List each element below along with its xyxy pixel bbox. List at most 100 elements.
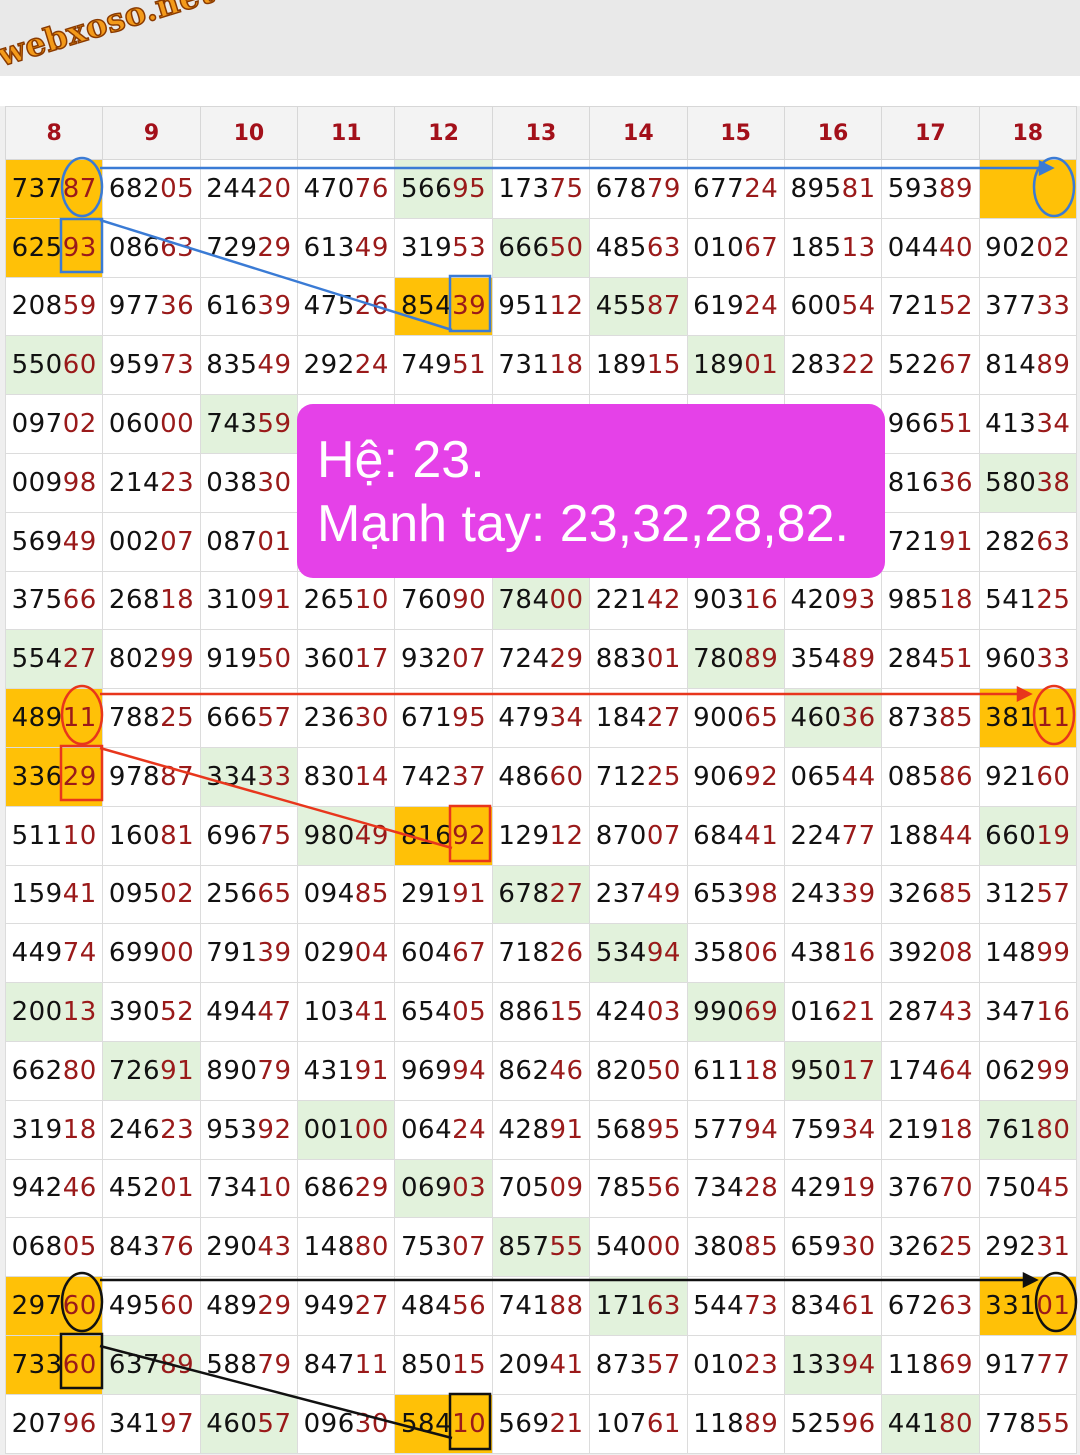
- number-prefix: 584: [401, 1408, 453, 1439]
- number-suffix: 13: [62, 997, 97, 1028]
- table-row: 06805 84376 29043 14880 75307 85755 54000 38085…: [4, 1217, 1078, 1278]
- table-cell: 33629: [4, 746, 104, 807]
- table-cell: 92160: [978, 746, 1078, 807]
- number-suffix: 65: [744, 703, 779, 734]
- number-prefix: 734: [693, 1173, 745, 1204]
- table-cell: 52596: [783, 1393, 883, 1454]
- number-suffix: 10: [354, 585, 389, 616]
- number-prefix: 729: [206, 232, 258, 263]
- column-header: 18: [978, 106, 1078, 160]
- number-prefix: 326: [887, 1232, 939, 1263]
- number-prefix: 236: [303, 703, 355, 734]
- number-suffix: 57: [646, 1349, 681, 1380]
- number-suffix: 05: [62, 1232, 97, 1263]
- number-suffix: 57: [1036, 879, 1071, 910]
- number-prefix: 237: [595, 879, 647, 910]
- number-prefix: 835: [206, 350, 258, 381]
- number-suffix: 00: [549, 585, 584, 616]
- number-prefix: 326: [887, 879, 939, 910]
- table-cell: 54473: [686, 1276, 785, 1336]
- table-cell: 29224: [297, 335, 396, 396]
- table-cell: 85439: [394, 276, 493, 337]
- table-cell: 76090: [394, 570, 493, 631]
- table-cell: 95973: [102, 335, 201, 396]
- number-prefix: 850: [401, 1349, 453, 1380]
- number-suffix: 94: [646, 938, 681, 969]
- table-cell: 38111: [978, 688, 1078, 748]
- number-prefix: 678: [498, 879, 550, 910]
- number-suffix: 45: [1036, 1173, 1071, 1204]
- number-prefix: 662: [11, 1055, 63, 1086]
- number-prefix: 802: [108, 644, 161, 675]
- table-cell: 73428: [686, 1158, 785, 1219]
- number-suffix: 30: [354, 703, 389, 734]
- table-row: 55060 95973 83549 29224 74951 73118 18915 18901…: [4, 335, 1078, 396]
- number-suffix: 85: [938, 879, 974, 910]
- number-suffix: 47: [257, 997, 292, 1028]
- number-suffix: 09: [549, 1173, 584, 1204]
- number-suffix: 08: [938, 938, 974, 969]
- number-suffix: 63: [646, 232, 681, 263]
- number-prefix: 677: [693, 173, 745, 204]
- number-suffix: 10: [257, 1173, 292, 1204]
- table-cell: 28743: [881, 982, 980, 1042]
- number-suffix: 11: [354, 1349, 389, 1380]
- number-suffix: 01: [1036, 1291, 1071, 1322]
- number-prefix: 749: [401, 350, 453, 381]
- table-cell: 08701: [199, 511, 299, 572]
- table-row: 66280 72691 89079 43191 96994 86246 82050 61118…: [4, 1040, 1078, 1101]
- table-cell: 75045: [978, 1158, 1078, 1219]
- number-suffix: 92: [257, 1114, 292, 1145]
- number-suffix: 66: [62, 585, 97, 616]
- table-cell: 67195: [394, 688, 493, 748]
- number-suffix: 94: [744, 1114, 779, 1145]
- table-cell: 43191: [297, 1040, 396, 1101]
- table-row: 44974 69900 79139 02904 60467 71826 53494 35806…: [4, 923, 1078, 984]
- number-suffix: 26: [549, 938, 584, 969]
- number-prefix: 479: [498, 703, 550, 734]
- table-cell: 46057: [199, 1393, 299, 1454]
- table-cell: 42093: [783, 570, 883, 631]
- number-prefix: 733: [11, 1349, 63, 1380]
- table-cell: 61349: [297, 217, 396, 278]
- number-prefix: 485: [595, 232, 647, 263]
- number-prefix: 214: [108, 467, 161, 498]
- number-prefix: 341: [108, 1408, 161, 1439]
- number-suffix: 27: [549, 879, 584, 910]
- table-cell: 25665: [199, 864, 299, 925]
- number-suffix: 17: [841, 1055, 876, 1086]
- number-suffix: 01: [257, 526, 292, 557]
- number-suffix: 79: [257, 1349, 292, 1380]
- table-cell: 78400: [491, 570, 591, 631]
- number-prefix: 660: [985, 820, 1037, 851]
- table-cell: 68205: [102, 159, 201, 219]
- number-suffix: 23: [160, 467, 195, 498]
- number-prefix: 390: [108, 997, 161, 1028]
- number-suffix: 16: [1036, 997, 1071, 1028]
- number-prefix: 919: [206, 644, 258, 675]
- number-suffix: 29: [257, 232, 292, 263]
- number-prefix: 171: [595, 1291, 647, 1322]
- table-row: 29760 49560 48929 94927 48456 74188 17163 54473…: [4, 1276, 1078, 1336]
- number-suffix: 24: [452, 1114, 487, 1145]
- number-prefix: 569: [498, 1408, 550, 1439]
- table-cell: 29760: [4, 1276, 104, 1336]
- table-cell: 46036: [783, 688, 883, 748]
- table-cell: 90202: [978, 217, 1078, 278]
- table-cell: 29043: [199, 1217, 299, 1278]
- number-prefix: 287: [887, 997, 939, 1028]
- number-suffix: 60: [62, 350, 97, 381]
- table-cell: 61639: [199, 276, 299, 337]
- table-cell: 72929: [199, 217, 299, 278]
- table-cell: 09702: [4, 394, 104, 454]
- number-suffix: 23: [160, 1114, 195, 1145]
- number-prefix: 189: [595, 350, 647, 381]
- table-row: 62593 08663 72929 61349 31953 66650 48563 01067…: [4, 217, 1078, 278]
- table-cell: 06424: [394, 1099, 493, 1160]
- number-prefix: 429: [790, 1173, 842, 1204]
- table-cell: 96651: [881, 394, 980, 454]
- table-row: 94246 45201 73410 68629 06903 70509 78556 73428…: [4, 1158, 1078, 1219]
- number-suffix: 74: [62, 938, 97, 969]
- number-prefix: 392: [887, 938, 939, 969]
- table-cell: 09502: [102, 864, 201, 925]
